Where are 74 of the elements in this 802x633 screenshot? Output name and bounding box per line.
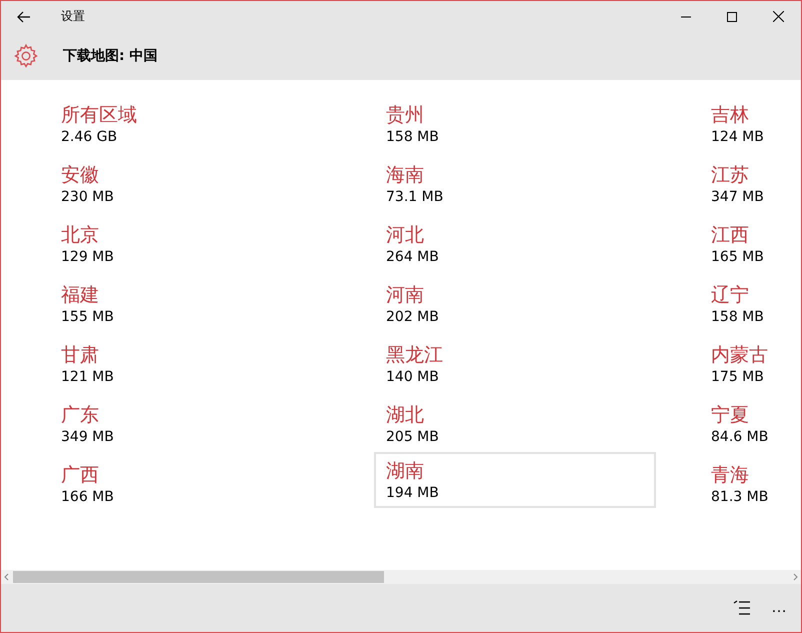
minimize-icon <box>681 16 691 18</box>
region-size: 194 MB <box>386 484 439 503</box>
region-name: 河北 <box>386 223 424 247</box>
region-size: 230 MB <box>61 188 114 207</box>
region-item[interactable]: 河南 202 MB <box>374 276 656 332</box>
region-size: 129 MB <box>61 248 114 267</box>
region-item[interactable]: 河北 264 MB <box>374 216 656 272</box>
region-name: 所有区域 <box>61 103 137 127</box>
region-name: 福建 <box>61 283 99 307</box>
region-name: 广东 <box>61 403 99 427</box>
region-name: 湖南 <box>386 459 424 483</box>
region-name: 江西 <box>711 223 749 247</box>
settings-icon <box>13 43 39 69</box>
region-name: 北京 <box>61 223 99 247</box>
maximize-icon <box>727 12 737 22</box>
window-title: 设置 <box>61 8 86 25</box>
region-size: 155 MB <box>61 308 114 327</box>
region-item[interactable]: 广东 349 MB <box>49 396 331 452</box>
region-size: 84.6 MB <box>711 428 768 447</box>
region-item[interactable]: 青海 81.3 MB <box>699 456 801 512</box>
region-name: 吉林 <box>711 103 749 127</box>
region-size: 165 MB <box>711 248 764 267</box>
region-item[interactable]: 福建 155 MB <box>49 276 331 332</box>
region-item[interactable]: 吉林 124 MB <box>699 96 801 152</box>
region-name: 广西 <box>61 463 99 487</box>
region-item[interactable]: 海南 73.1 MB <box>374 156 656 212</box>
scrollbar-thumb[interactable] <box>13 571 384 583</box>
region-item[interactable]: 江苏 347 MB <box>699 156 801 212</box>
region-name: 安徽 <box>61 163 99 187</box>
region-item[interactable]: 安徽 230 MB <box>49 156 331 212</box>
region-name: 内蒙古 <box>711 343 768 367</box>
region-item[interactable]: 甘肃 121 MB <box>49 336 331 392</box>
region-item[interactable]: 贵州 158 MB <box>374 96 656 152</box>
region-name: 江苏 <box>711 163 749 187</box>
region-item[interactable]: 黑龙江 140 MB <box>374 336 656 392</box>
region-size: 2.46 GB <box>61 128 118 147</box>
region-name: 甘肃 <box>61 343 99 367</box>
page-title: 下载地图: 中国 <box>63 47 158 65</box>
region-size: 158 MB <box>711 308 764 327</box>
list-icon[interactable] <box>733 600 751 616</box>
back-arrow-icon <box>17 10 31 22</box>
region-item[interactable]: 江西 165 MB <box>699 216 801 272</box>
region-name: 宁夏 <box>711 403 749 427</box>
region-size: 158 MB <box>386 128 439 147</box>
region-name: 海南 <box>386 163 424 187</box>
region-size: 202 MB <box>386 308 439 327</box>
region-size: 347 MB <box>711 188 764 207</box>
region-size: 140 MB <box>386 368 439 387</box>
region-name: 贵州 <box>386 103 424 127</box>
region-size: 124 MB <box>711 128 764 147</box>
region-name: 黑龙江 <box>386 343 443 367</box>
close-icon <box>772 11 784 22</box>
region-size: 205 MB <box>386 428 439 447</box>
region-size: 264 MB <box>386 248 439 267</box>
region-size: 73.1 MB <box>386 188 444 207</box>
region-item[interactable]: 湖北 205 MB <box>374 396 656 452</box>
region-item[interactable]: 辽宁 158 MB <box>699 276 801 332</box>
region-name: 河南 <box>386 283 424 307</box>
region-size: 349 MB <box>61 428 114 447</box>
region-item[interactable]: 内蒙古 175 MB <box>699 336 801 392</box>
region-item[interactable]: 广西 166 MB <box>49 456 331 512</box>
region-size: 175 MB <box>711 368 764 387</box>
region-item[interactable]: 湖南 194 MB <box>374 452 656 508</box>
region-size: 81.3 MB <box>711 488 768 507</box>
region-name: 青海 <box>711 463 749 487</box>
region-name: 辽宁 <box>711 283 749 307</box>
region-item[interactable]: 宁夏 84.6 MB <box>699 396 801 452</box>
horizontal-scrollbar[interactable] <box>1 570 801 584</box>
region-size: 166 MB <box>61 488 114 507</box>
region-item[interactable]: 北京 129 MB <box>49 216 331 272</box>
region-item[interactable]: 所有区域 2.46 GB <box>49 96 331 152</box>
region-name: 湖北 <box>386 403 424 427</box>
more-button[interactable]: … <box>767 599 791 617</box>
region-size: 121 MB <box>61 368 114 387</box>
